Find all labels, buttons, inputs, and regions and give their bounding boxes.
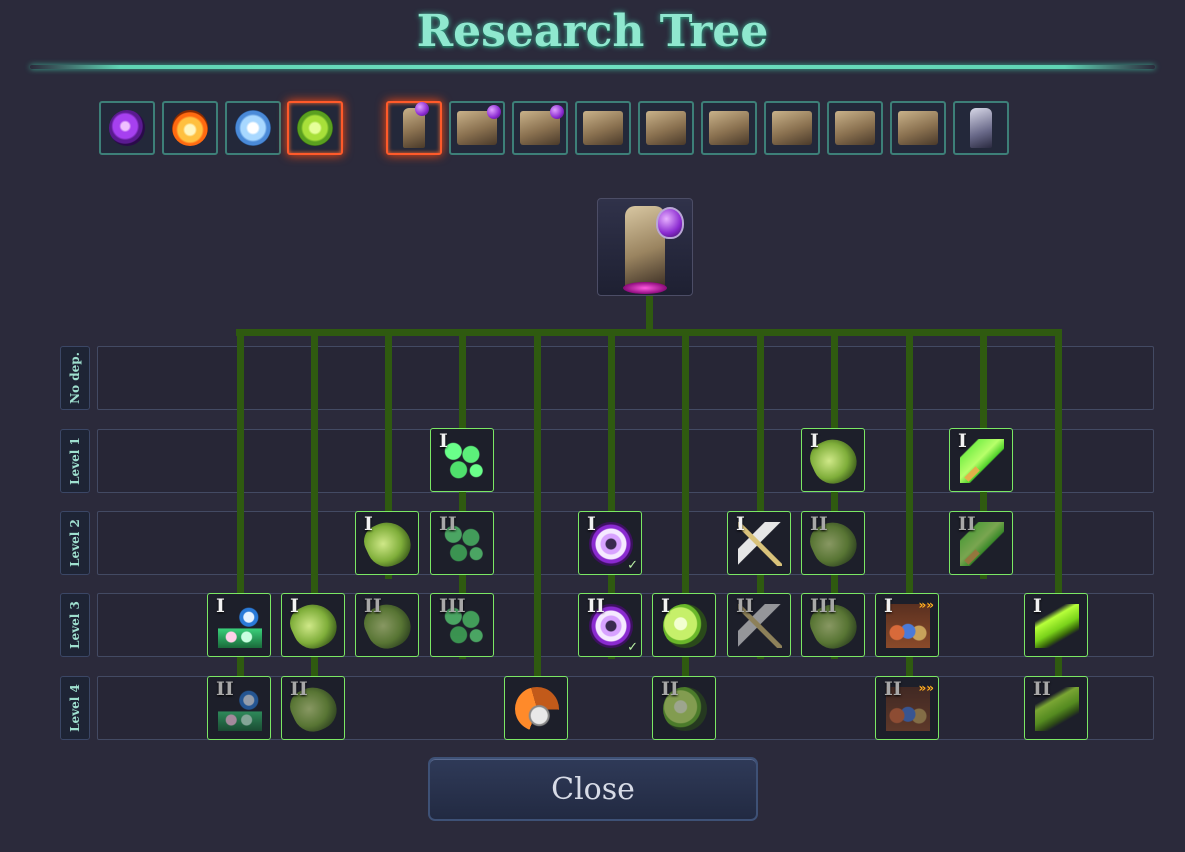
research-node-clover-1[interactable]: I (430, 428, 494, 492)
potion-flask-icon (656, 207, 684, 239)
research-node-crowd-2[interactable]: »» II (875, 676, 939, 740)
row-label-level-4: Level 4 (60, 676, 90, 740)
tab-workshop[interactable] (449, 101, 505, 155)
speed-chevrons-icon: »» (918, 681, 934, 695)
tab-hall[interactable] (575, 101, 631, 155)
research-node-sword-axe-1[interactable]: I (727, 511, 791, 575)
tab-shrine[interactable] (953, 101, 1009, 155)
hunter-lodge-icon (835, 111, 875, 145)
researched-check-icon: ✓ (627, 640, 638, 655)
house-building-icon (520, 105, 564, 145)
research-node-leaf-6[interactable]: III (801, 593, 865, 657)
shrine-building-icon (970, 108, 992, 148)
research-node-eye-1[interactable]: I ✓ (578, 511, 642, 575)
row-label-level-1: Level 1 (60, 429, 90, 493)
close-button[interactable]: Close (428, 757, 758, 821)
archery-building-icon (772, 111, 812, 145)
tab-fire[interactable] (162, 101, 218, 155)
research-node-crowd-1[interactable]: »» I (875, 593, 939, 657)
research-node-potion-1[interactable]: I (652, 593, 716, 657)
research-node-stopwatch[interactable] (504, 676, 568, 740)
frost-orb-icon (235, 110, 271, 146)
row-label-level-3: Level 3 (60, 593, 90, 657)
workshop-building-icon (457, 105, 501, 145)
arcane-orb-icon (109, 110, 145, 146)
stopwatch-icon (515, 687, 559, 731)
research-node-eye-2[interactable]: II ✓ (578, 593, 642, 657)
research-node-blade-1[interactable]: I (1024, 593, 1088, 657)
page-title: Research Tree (416, 6, 769, 57)
tab-forge[interactable] (638, 101, 694, 155)
mage-tower-icon (403, 102, 429, 148)
research-node-sword-2[interactable]: II (949, 511, 1013, 575)
tab-hunter-lodge[interactable] (827, 101, 883, 155)
title-divider (30, 65, 1155, 69)
row-label-no-dep: No dep. (60, 346, 90, 410)
forge-building-icon (646, 111, 686, 145)
research-node-leaf-5[interactable]: II (355, 593, 419, 657)
tab-frost[interactable] (225, 101, 281, 155)
research-node-leaf-3[interactable]: II (801, 511, 865, 575)
connector-main-bus (236, 329, 1061, 336)
speed-chevrons-icon: »» (918, 598, 934, 612)
row-band-no-dep (97, 346, 1154, 410)
tab-arcane[interactable] (99, 101, 155, 155)
nature-orb-icon (297, 110, 333, 146)
research-node-leaf-7[interactable]: II (281, 676, 345, 740)
research-node-sword-axe-2[interactable]: II (727, 593, 791, 657)
tab-house[interactable] (512, 101, 568, 155)
row-label-level-2: Level 2 (60, 511, 90, 575)
research-node-sword-1[interactable]: I (949, 428, 1013, 492)
tab-fortress[interactable] (890, 101, 946, 155)
tab-mage-tower[interactable] (386, 101, 442, 155)
research-node-leaf-2[interactable]: I (355, 511, 419, 575)
root-research-node[interactable] (597, 198, 693, 296)
research-node-clover-2[interactable]: II (430, 511, 494, 575)
fire-orb-icon (172, 110, 208, 146)
research-node-potion-2[interactable]: II (652, 676, 716, 740)
tab-nature[interactable] (287, 101, 343, 155)
barracks-building-icon (709, 111, 749, 145)
research-node-flower-1[interactable]: I (207, 593, 271, 657)
connector-root (646, 296, 653, 333)
fortress-building-icon (898, 111, 938, 145)
research-node-blade-2[interactable]: II (1024, 676, 1088, 740)
research-node-flower-2[interactable]: II (207, 676, 271, 740)
research-node-leaf-4[interactable]: I (281, 593, 345, 657)
hall-building-icon (583, 111, 623, 145)
tab-archery[interactable] (764, 101, 820, 155)
research-node-leaf-1[interactable]: I (801, 428, 865, 492)
tab-barracks[interactable] (701, 101, 757, 155)
research-node-clover-3[interactable]: III (430, 593, 494, 657)
researched-check-icon: ✓ (627, 558, 638, 573)
